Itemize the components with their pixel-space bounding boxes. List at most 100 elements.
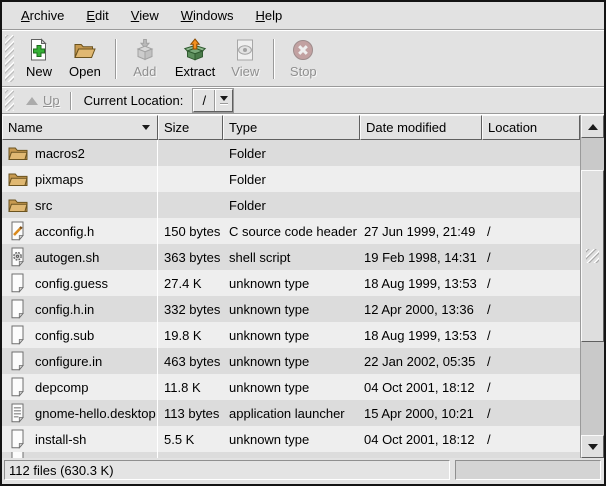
file-size: 332 bytes bbox=[158, 296, 223, 322]
table-row[interactable]: config.sub 19.8 K unknown type 18 Aug 19… bbox=[2, 322, 580, 348]
extract-button-label: Extract bbox=[175, 65, 215, 79]
file-date: 22 Jan 2002, 05:35 bbox=[360, 348, 482, 374]
location-combo-value: / bbox=[194, 90, 214, 111]
menu-help[interactable]: Help bbox=[244, 4, 293, 27]
scrollbar-thumb-grip bbox=[586, 249, 599, 263]
menubar: Archive Edit View Windows Help bbox=[2, 2, 604, 30]
file-size: 113 bytes bbox=[158, 400, 223, 426]
document-file-icon bbox=[7, 429, 28, 449]
document-file-icon bbox=[7, 299, 28, 319]
table-row[interactable]: pixmaps Folder bbox=[2, 166, 580, 192]
table-row[interactable]: gnome-hello.desktop 113 bytes applicatio… bbox=[2, 400, 580, 426]
stop-icon bbox=[291, 38, 315, 62]
file-type: C source code header bbox=[223, 218, 360, 244]
column-header-date-modified[interactable]: Date modified bbox=[360, 115, 482, 140]
file-type: unknown type bbox=[223, 322, 360, 348]
menu-view[interactable]: View bbox=[120, 4, 170, 27]
file-location: / bbox=[482, 400, 580, 426]
file-size: 27.4 K bbox=[158, 270, 223, 296]
table-row[interactable]: macros2 Folder bbox=[2, 140, 580, 166]
file-location: / bbox=[482, 270, 580, 296]
table-row[interactable]: autogen.sh 363 bytes shell script 19 Feb… bbox=[2, 244, 580, 270]
location-bar-separator bbox=[70, 92, 72, 110]
file-type: Folder bbox=[223, 140, 360, 166]
open-button[interactable]: Open bbox=[61, 35, 109, 83]
file-type: unknown type bbox=[223, 270, 360, 296]
file-location: / bbox=[482, 244, 580, 270]
menu-windows[interactable]: Windows bbox=[170, 4, 245, 27]
table-row[interactable]: config.guess 27.4 K unknown type 18 Aug … bbox=[2, 270, 580, 296]
scrollbar-down-button[interactable] bbox=[581, 435, 604, 458]
desktop-launcher-file-icon bbox=[7, 403, 28, 423]
file-date bbox=[360, 140, 482, 166]
column-headers: Name Size Type Date modified Location bbox=[2, 115, 580, 140]
column-header-type[interactable]: Type bbox=[223, 115, 360, 140]
file-type: unknown type bbox=[223, 348, 360, 374]
file-size: 11.8 K bbox=[158, 374, 223, 400]
file-location: / bbox=[482, 374, 580, 400]
file-type: Folder bbox=[223, 166, 360, 192]
column-header-location[interactable]: Location bbox=[482, 115, 580, 140]
file-name: acconfig.h bbox=[35, 224, 94, 239]
current-location-label: Current Location: bbox=[84, 93, 184, 108]
file-location bbox=[482, 140, 580, 166]
file-size bbox=[158, 140, 223, 166]
sort-indicator-icon[interactable] bbox=[142, 125, 150, 130]
file-name: autogen.sh bbox=[35, 250, 99, 265]
toolbar-drag-handle[interactable] bbox=[5, 35, 14, 82]
table-row[interactable]: configure.in 463 bytes unknown type 22 J… bbox=[2, 348, 580, 374]
file-date: 04 Oct 2001, 18:12 bbox=[360, 426, 482, 452]
scrollbar-up-button[interactable] bbox=[581, 115, 604, 138]
file-location bbox=[482, 192, 580, 218]
scrollbar-thumb[interactable] bbox=[581, 170, 604, 342]
file-size: 363 bytes bbox=[158, 244, 223, 270]
scrollbar-track[interactable] bbox=[581, 138, 604, 435]
menu-edit[interactable]: Edit bbox=[75, 4, 119, 27]
file-date: 19 Feb 1998, 14:31 bbox=[360, 244, 482, 270]
file-date bbox=[360, 166, 482, 192]
toolbar-separator bbox=[273, 39, 275, 79]
file-date: 18 Aug 1999, 13:53 bbox=[360, 322, 482, 348]
stop-button: Stop bbox=[281, 35, 325, 83]
file-date: 12 Apr 2000, 13:36 bbox=[360, 296, 482, 322]
scroll-down-icon bbox=[588, 444, 598, 450]
location-bar-drag-handle[interactable] bbox=[5, 90, 14, 111]
stop-button-label: Stop bbox=[290, 65, 317, 79]
file-date bbox=[360, 192, 482, 218]
vertical-scrollbar[interactable] bbox=[580, 115, 604, 458]
table-row[interactable]: config.h.in 332 bytes unknown type 12 Ap… bbox=[2, 296, 580, 322]
menu-archive[interactable]: Archive bbox=[10, 4, 75, 27]
table-row[interactable]: acconfig.h 150 bytes C source code heade… bbox=[2, 218, 580, 244]
up-button: Up bbox=[18, 91, 68, 110]
file-name: config.h.in bbox=[35, 302, 94, 317]
new-button-label: New bbox=[26, 65, 52, 79]
file-size: 150 bytes bbox=[158, 218, 223, 244]
file-name: config.sub bbox=[35, 328, 94, 343]
file-name: config.guess bbox=[35, 276, 108, 291]
column-header-name[interactable]: Name bbox=[2, 115, 158, 140]
combo-dropdown-icon[interactable] bbox=[216, 90, 232, 111]
file-name: src bbox=[35, 198, 52, 213]
add-button: Add bbox=[123, 35, 167, 83]
document-file-icon bbox=[7, 273, 28, 293]
table-row[interactable]: install-sh 5.5 K unknown type 04 Oct 200… bbox=[2, 426, 580, 452]
view-button: View bbox=[223, 35, 267, 83]
location-combo[interactable]: / bbox=[193, 89, 233, 112]
extract-button[interactable]: Extract bbox=[167, 35, 223, 83]
file-date: 18 Aug 1999, 13:53 bbox=[360, 270, 482, 296]
table-row[interactable]: src Folder bbox=[2, 192, 580, 218]
column-header-size[interactable]: Size bbox=[158, 115, 223, 140]
new-archive-icon bbox=[27, 38, 51, 62]
table-row-partial bbox=[2, 452, 580, 458]
table-row[interactable]: depcomp 11.8 K unknown type 04 Oct 2001,… bbox=[2, 374, 580, 400]
view-file-icon bbox=[233, 38, 257, 62]
file-type: application launcher bbox=[223, 400, 360, 426]
shell-script-file-icon bbox=[7, 247, 28, 267]
archive-manager-window: Archive Edit View Windows Help New bbox=[0, 0, 606, 486]
status-secondary-pane bbox=[455, 460, 601, 480]
toolbar: New Open Add bbox=[2, 30, 604, 87]
new-button[interactable]: New bbox=[17, 35, 61, 83]
file-size: 463 bytes bbox=[158, 348, 223, 374]
file-name: gnome-hello.desktop bbox=[35, 406, 156, 421]
file-list: macros2 Folder pixmaps Folder src Folder bbox=[2, 140, 580, 458]
